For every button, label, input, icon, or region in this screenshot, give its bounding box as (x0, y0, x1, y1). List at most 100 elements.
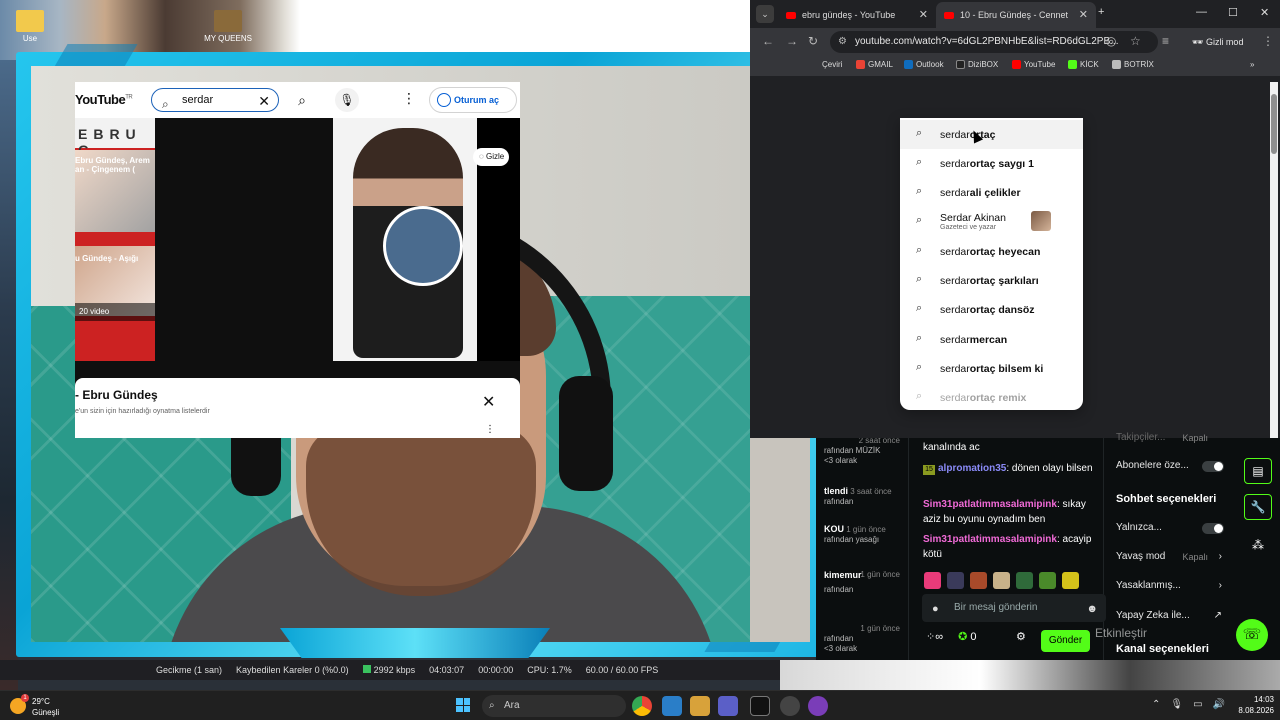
close-icon[interactable]: ✕ (482, 392, 495, 412)
toggle-switch[interactable] (1202, 461, 1224, 472)
emote-icon[interactable] (924, 572, 941, 589)
more-icon[interactable]: ⋮ (485, 424, 495, 435)
microphone-icon[interactable]: 🎙 (1170, 699, 1183, 710)
emote-icon[interactable] (993, 572, 1010, 589)
forward-icon[interactable]: → (786, 34, 798, 48)
support-chat-icon[interactable]: ☏ (1236, 619, 1268, 651)
kick-icon (1068, 60, 1077, 69)
suggestion-item[interactable]: ⌕ serdar mercan (900, 325, 1083, 354)
site-info-icon[interactable]: ⚙ (838, 31, 847, 53)
emote-icon[interactable] (1016, 572, 1033, 589)
bookmark-gmail[interactable]: GMAIL (856, 60, 893, 69)
bookmark-youtube[interactable]: YouTube (1012, 60, 1055, 69)
maximize-icon[interactable]: ☐ (1228, 6, 1238, 19)
page-scrollbar[interactable] (1270, 82, 1278, 438)
send-button[interactable]: Gönder (1041, 630, 1090, 652)
tab-ebru-gundes-cennet[interactable]: 10 - Ebru Gündeş - Cennet ✕ (936, 2, 1096, 28)
epic-games-icon[interactable] (750, 696, 770, 716)
settings-more-icon[interactable]: ⋮ (402, 90, 416, 107)
chat-username[interactable]: Sim31patlatimmasalamipink (923, 534, 1057, 545)
file-explorer-icon[interactable] (690, 696, 710, 716)
subscriber-badge: 15 (923, 465, 935, 475)
chevron-up-icon[interactable]: ⌃ (1152, 699, 1160, 710)
photos-app-icon[interactable] (662, 696, 682, 716)
emote-icon[interactable] (1039, 572, 1056, 589)
suggestion-item[interactable]: ⌕ serdar ortaç (900, 120, 1083, 149)
suggestion-item[interactable]: ⌕ serdar ali çelikler (900, 178, 1083, 207)
suggestion-item[interactable]: ⌕ serdar ortaç şarkıları (900, 266, 1083, 295)
app-icon[interactable] (808, 696, 828, 716)
emote-icon[interactable] (947, 572, 964, 589)
suggestion-item[interactable]: ⌕ serdar ortaç saygı 1 (900, 149, 1083, 178)
suggestion-item[interactable]: ⌕ serdar ortaç remix (900, 383, 1083, 410)
desktop-icon-my-queens[interactable]: MY QUEENS (198, 10, 258, 43)
minimize-icon[interactable]: — (1196, 6, 1207, 18)
close-icon[interactable]: ✕ (1079, 8, 1088, 21)
chat-username[interactable]: Sim31patlatimmasalamipink (923, 499, 1057, 510)
clear-icon[interactable]: ✕ (258, 90, 270, 112)
followers-only-row[interactable]: Takipçiler... Kapalı (1116, 428, 1226, 448)
emote-icon[interactable] (970, 572, 987, 589)
close-window-icon[interactable]: ✕ (1260, 6, 1269, 19)
network-icon[interactable]: ▭ (1193, 699, 1202, 710)
address-toolbar: ← → ↻ ⚙ youtube.com/watch?v=6dGL2PBNHbE&… (750, 28, 1280, 56)
signin-button[interactable]: Oturum aç (429, 87, 517, 113)
search-icon: ⌕ (916, 244, 923, 256)
media-controls-icon[interactable]: ≡ (1162, 34, 1169, 48)
desktop-icon-user-folder[interactable]: Use (0, 10, 60, 43)
gear-icon[interactable]: ⚙ (1016, 630, 1026, 643)
slow-mode-row[interactable]: Yavaş mod Kapalı › (1116, 547, 1226, 567)
toggle-switch[interactable] (1202, 523, 1224, 534)
eye-off-icon[interactable]: ◎ (1106, 34, 1116, 48)
reload-icon[interactable]: ↻ (808, 34, 818, 48)
points-icon[interactable]: ✪ (958, 631, 967, 643)
bookmark-star-icon[interactable]: ☆ (1130, 34, 1141, 48)
suggestion-item[interactable]: ⌕ serdar ortaç dansöz (900, 295, 1083, 324)
only-mode-row[interactable]: Yalnızca... (1116, 518, 1226, 538)
bookmarks-overflow-icon[interactable]: » (1250, 60, 1254, 69)
clock[interactable]: 14:03 8.08.2026 (1204, 694, 1274, 716)
emoji-icon[interactable]: ☻ (1086, 595, 1098, 623)
suggestion-item[interactable]: ⌕ serdar ortaç heyecan (900, 237, 1083, 266)
chrome-icon[interactable] (632, 696, 652, 716)
back-icon[interactable]: ← (762, 34, 774, 48)
artist-avatar (383, 206, 463, 286)
chat-message-input[interactable]: ● Bir mesaj gönderin ☻ (922, 594, 1106, 622)
taskbar-search[interactable]: ⌕ Ara (482, 695, 626, 717)
playlist-thumbnails[interactable]: EBRU G Ebru Gündeş, Arem an - Çingenem (… (75, 118, 155, 361)
teams-icon[interactable] (718, 696, 738, 716)
search-button[interactable]: ⌕ (287, 88, 317, 112)
bookmark-ceviri[interactable]: Çeviri (822, 60, 842, 69)
emote-icon[interactable] (1062, 572, 1079, 589)
suggestion-item[interactable]: ⌕ serdar ortaç bilsem ki (900, 354, 1083, 383)
banned-words-row[interactable]: Yasaklanmış... › (1116, 576, 1226, 596)
youtube-logo[interactable]: YouTubeTR (75, 92, 133, 107)
bookmark-outlook[interactable]: Outlook (904, 60, 944, 69)
search-icon: ⌕ (916, 390, 923, 402)
scrollbar-thumb[interactable] (1271, 94, 1277, 154)
tab-ebru-gundes-search[interactable]: ebru gündeş - YouTube ✕ (778, 2, 936, 28)
video-thumbnail[interactable]: Ebru Gündeş, Arem an - Çingenem ( (75, 150, 155, 232)
bookmark-dizibox[interactable]: DiziBOX (956, 60, 998, 69)
share-icon[interactable]: ⁂ (1252, 538, 1264, 552)
chat-window-icon[interactable]: ▤ (1244, 458, 1272, 484)
wrench-icon[interactable]: 🔧 (1244, 494, 1272, 520)
bookmark-botrix[interactable]: BOTRİX (1112, 60, 1154, 69)
windows-start-icon[interactable] (456, 698, 470, 712)
obs-icon[interactable] (780, 696, 800, 716)
hide-button[interactable]: ◌ Gizle (473, 148, 509, 166)
activity-feed: 2 saat önce rafından MÜZİK <3 olarak tlend… (816, 438, 906, 660)
search-input[interactable]: ⌕ serdar ✕ (151, 88, 279, 112)
ai-moderation-row[interactable]: Yapay Zeka ile... ↗ (1116, 606, 1226, 626)
tab-search-button[interactable]: ⌄ (756, 5, 774, 23)
microphone-icon[interactable]: 🎙 (335, 88, 359, 112)
subscribers-only-row[interactable]: Abonelere öze... (1116, 456, 1226, 476)
incognito-indicator[interactable]: 🕶 Gizli mod (1184, 31, 1251, 53)
menu-icon[interactable]: ⋮ (1262, 34, 1274, 48)
suggestion-item-person[interactable]: ⌕ Serdar Akinan Gazeteci ve yazar (900, 207, 1083, 236)
close-icon[interactable]: ✕ (919, 8, 928, 21)
infinity-icon[interactable]: ⁘∞ (926, 631, 943, 643)
chat-username[interactable]: alpromation35 (938, 463, 1006, 474)
new-tab-button[interactable]: + (1098, 6, 1104, 18)
bookmark-kick[interactable]: KİCK (1068, 60, 1099, 69)
